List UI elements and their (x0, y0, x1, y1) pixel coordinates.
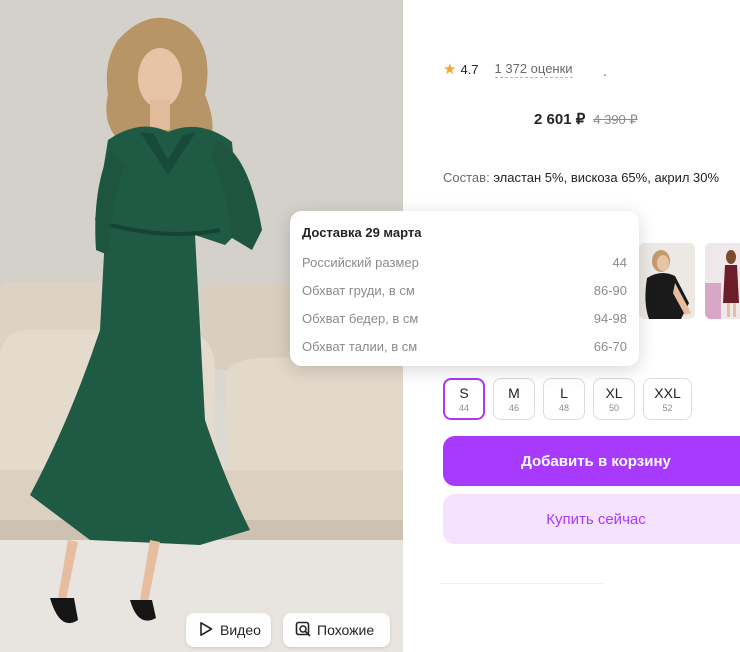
size-option-l[interactable]: L 48 (543, 378, 585, 420)
size-info-row: Обхват талии, в см 66-70 (302, 332, 627, 360)
rating-row: ★ 4.7 1 372 оценки (443, 60, 573, 78)
similar-search-icon (295, 621, 311, 640)
size-info-label: Российский размер (302, 254, 419, 270)
similar-label: Похожие (317, 622, 375, 638)
size-info-label: Обхват талии, в см (302, 338, 418, 354)
divider (440, 584, 605, 592)
size-ru: 50 (608, 402, 619, 413)
size-ru: 48 (558, 402, 569, 413)
size-name: XXL (654, 384, 681, 401)
color-variant-thumbnail[interactable] (639, 243, 695, 319)
size-info-popup: Доставка 29 марта Российский размер 44 О… (290, 211, 639, 366)
add-to-cart-button[interactable]: Добавить в корзину (443, 436, 740, 486)
size-info-value: 44 (612, 254, 627, 270)
size-option-xl[interactable]: XL 50 (593, 378, 635, 420)
size-option-s[interactable]: S 44 (443, 378, 485, 420)
composition-label: Состав: (443, 170, 490, 185)
size-selector: S 44 M 46 L 48 XL 50 XXL 52 (443, 378, 692, 420)
delivery-date: Доставка 29 марта (302, 225, 422, 240)
video-label: Видео (220, 622, 261, 638)
size-name: XL (605, 384, 623, 401)
composition-value: эластан 5%, вискоза 65%, акрил 30% (493, 170, 720, 185)
composition: Состав: эластан 5%, вискоза 65%, акрил 3… (443, 170, 719, 185)
size-option-m[interactable]: M 46 (493, 378, 535, 420)
price-block: 2 601 ₽ 4 390 ₽ (534, 110, 638, 128)
size-info-value: 86-90 (593, 282, 627, 298)
size-info-row: Обхват груди, в см 86-90 (302, 276, 627, 304)
product-page: Видео Похожие ★ 4.7 1 372 оценки 2 601 ₽… (0, 0, 740, 652)
size-name: M (508, 384, 520, 401)
current-price: 2 601 ₽ (534, 111, 586, 128)
size-ru: 52 (662, 402, 673, 413)
size-name: S (459, 384, 469, 401)
size-name: L (560, 384, 568, 401)
size-option-xxl[interactable]: XXL 52 (643, 378, 692, 420)
rating-value: 4.7 (460, 61, 479, 77)
play-icon (198, 621, 214, 640)
color-variant-thumbnail[interactable] (705, 243, 740, 319)
size-info-row: Обхват бедер, в см 94-98 (302, 304, 627, 332)
reviews-link[interactable]: 1 372 оценки (494, 61, 573, 78)
buy-now-button[interactable]: Купить сейчас (443, 494, 740, 544)
video-button[interactable]: Видео (186, 613, 271, 647)
size-info-row: Российский размер 44 (302, 248, 627, 276)
similar-button[interactable]: Похожие (283, 613, 390, 647)
size-info-label: Обхват бедер, в см (302, 310, 419, 326)
size-ru: 44 (458, 402, 469, 413)
size-info-value: 66-70 (593, 338, 627, 354)
size-info-value: 94-98 (593, 310, 627, 326)
old-price: 4 390 ₽ (593, 112, 638, 127)
size-ru: 46 (508, 402, 519, 413)
size-info-label: Обхват груди, в см (302, 282, 415, 298)
star-icon: ★ (443, 61, 457, 78)
separator-dot (604, 74, 606, 76)
